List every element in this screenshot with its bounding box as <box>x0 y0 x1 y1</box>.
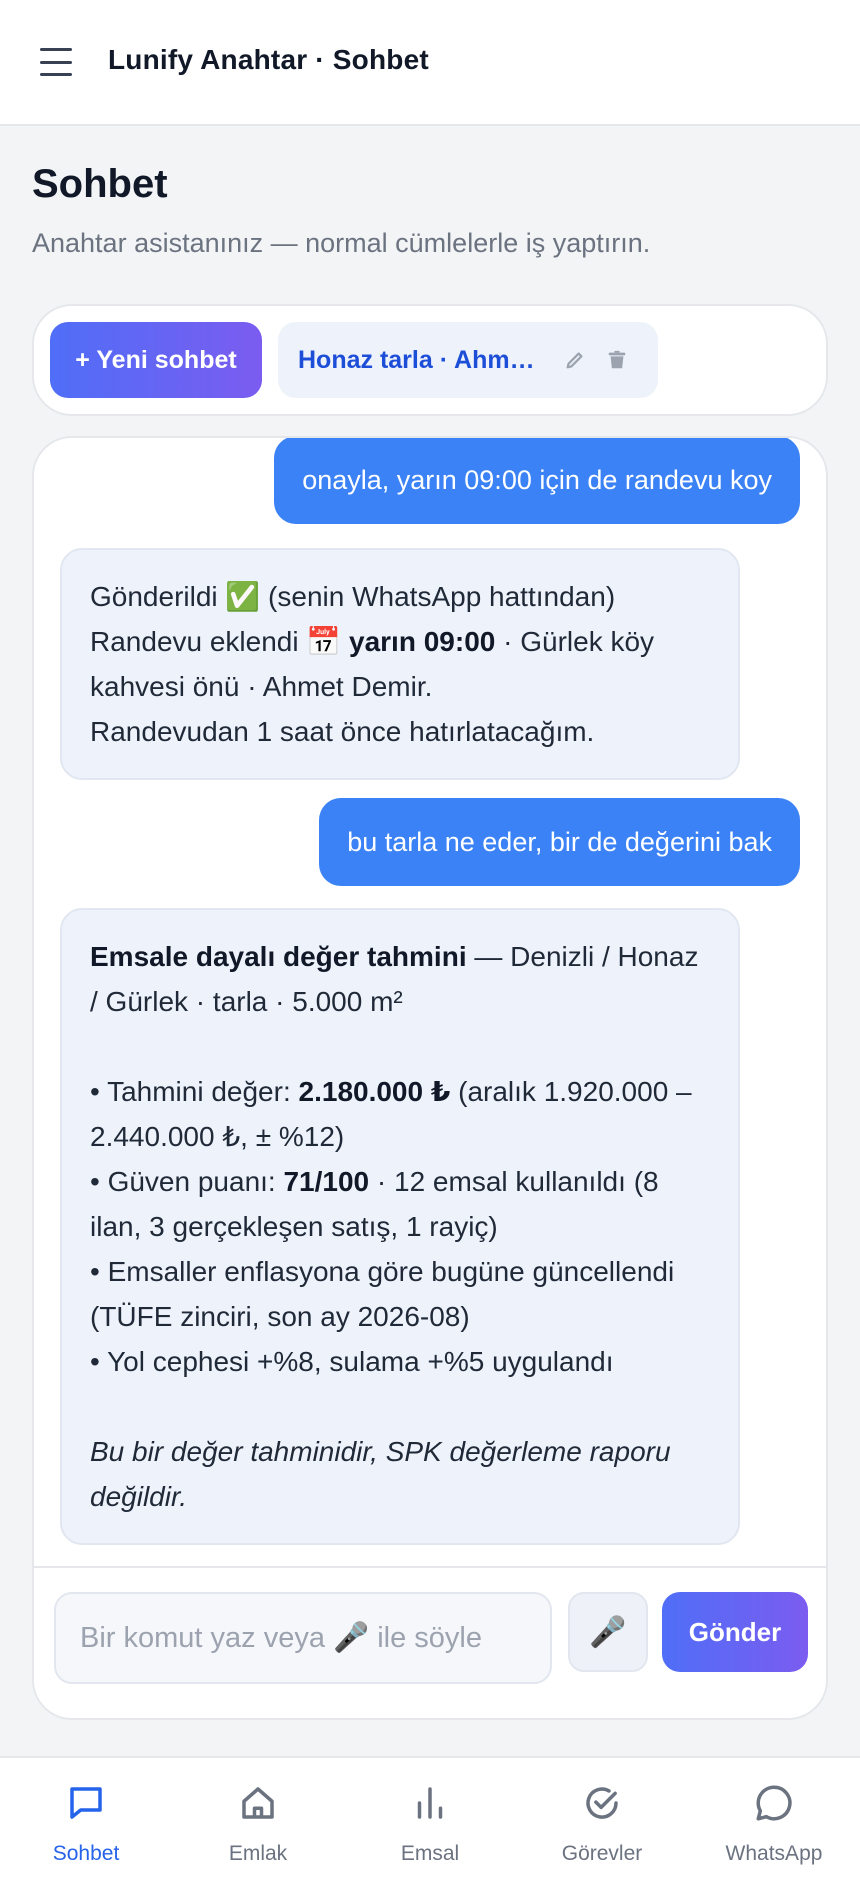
bar-chart-icon <box>417 1787 443 1819</box>
session-bar: + Yeni sohbet Honaz tarla · Ahmet Demir <box>32 304 828 416</box>
confidence-score: 71/100 <box>283 1166 370 1197</box>
disclaimer: Bu bir değer tahminidir, SPK değerleme r… <box>90 1436 671 1512</box>
page-subtitle: Anahtar asistanınız — normal cümlelerle … <box>32 228 651 258</box>
bullet-estimated-value: • Tahmini değer: 2.180.000 ₺ (aralık 1.9… <box>90 1069 710 1159</box>
assistant-text: Randevudan 1 saat önce hatırlatacağım. <box>90 716 595 747</box>
assistant-message: Emsale dayalı değer tahmini — Denizli / … <box>60 908 740 1545</box>
app-title: Lunify Anahtar · Sohbet <box>108 44 429 75</box>
assistant-text: Randevu eklendi 📅 <box>90 626 350 657</box>
chat-bubble-icon <box>70 1787 102 1819</box>
user-message: onayla, yarın 09:00 için de randevu koy <box>274 438 800 524</box>
new-chat-button[interactable]: + Yeni sohbet <box>50 322 262 398</box>
estimated-value: 2.180.000 ₺ <box>298 1076 451 1107</box>
nav-item-whatsapp[interactable]: WhatsApp <box>688 1758 860 1880</box>
bottom-nav: Sohbet Emlak Emsal Görevler WhatsApp <box>0 1756 860 1880</box>
nav-label: Sohbet <box>52 1842 120 1865</box>
assistant-text: Gönderildi ✅ (senin WhatsApp hattından) <box>90 581 616 612</box>
user-message: bu tarla ne eder, bir de değerini bak <box>319 798 800 886</box>
nav-item-emsal[interactable]: Emsal <box>344 1758 516 1880</box>
check-circle-icon <box>586 1787 618 1819</box>
send-button[interactable]: Gönder <box>662 1592 808 1672</box>
bullet-confidence: • Güven puanı: 71/100 · 12 emsal kullanı… <box>90 1159 710 1249</box>
bullet-inflation: • Emsaller enflasyona göre bugüne güncel… <box>90 1256 675 1332</box>
nav-label: WhatsApp <box>725 1842 823 1865</box>
session-chip-label: Honaz tarla · Ahmet Demir <box>298 345 548 374</box>
valuation-heading-bold: Emsale dayalı değer tahmini <box>90 941 467 972</box>
whatsapp-bubble-icon <box>756 1785 792 1821</box>
trash-icon[interactable] <box>602 345 632 375</box>
pencil-icon[interactable] <box>560 345 590 375</box>
microphone-icon: 🎤 <box>589 1615 627 1649</box>
valuation-heading: Emsale dayalı değer tahmini — Denizli / … <box>90 934 710 1024</box>
bullet-text: • Güven puanı: <box>90 1166 284 1197</box>
assistant-text: Randevu eklendi 📅 yarın 09:00 · Gürlek k… <box>90 619 710 709</box>
nav-label: Emsal <box>400 1842 460 1865</box>
command-input[interactable] <box>54 1592 552 1684</box>
bullet-adjustments: • Yol cephesi +%8, sulama +%5 uygulandı <box>90 1346 614 1377</box>
appointment-time: yarın 09:00 <box>349 626 496 657</box>
message-list[interactable]: onayla, yarın 09:00 için de randevu koy … <box>34 438 826 1566</box>
page-title: Sohbet <box>32 162 168 206</box>
bullet-text: • Tahmini değer: <box>90 1076 299 1107</box>
composer: 🎤 Gönder <box>34 1566 826 1718</box>
chat-panel: onayla, yarın 09:00 için de randevu koy … <box>32 436 828 1720</box>
top-bar: Lunify Anahtar · Sohbet <box>0 0 860 126</box>
nav-label: Emlak <box>228 1842 288 1865</box>
nav-item-gorevler[interactable]: Görevler <box>516 1758 688 1880</box>
menu-icon[interactable] <box>40 48 72 76</box>
nav-item-sohbet[interactable]: Sohbet <box>0 1758 172 1880</box>
nav-item-emlak[interactable]: Emlak <box>172 1758 344 1880</box>
nav-label: Görevler <box>561 1842 643 1865</box>
mic-button[interactable]: 🎤 <box>568 1592 648 1672</box>
session-chip[interactable]: Honaz tarla · Ahmet Demir <box>278 322 658 398</box>
home-icon <box>242 1787 274 1819</box>
assistant-message: Gönderildi ✅ (senin WhatsApp hattından) … <box>60 548 740 780</box>
